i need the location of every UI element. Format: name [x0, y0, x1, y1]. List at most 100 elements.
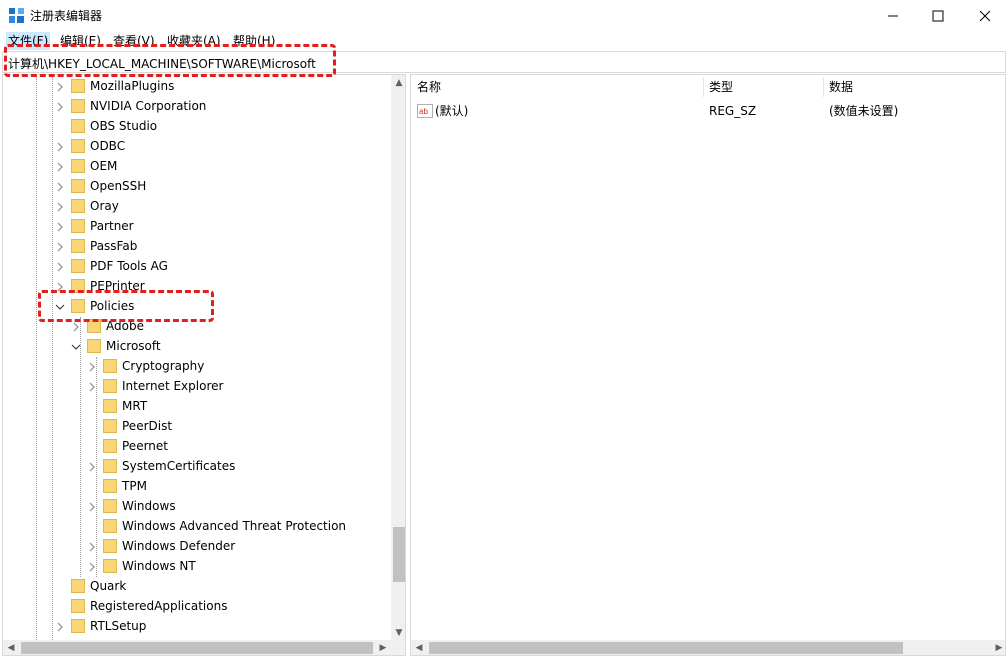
tree-node-label: OpenSSH: [90, 179, 147, 193]
close-button[interactable]: [962, 0, 1008, 31]
tree-node[interactable]: NVIDIA Corporation: [55, 96, 206, 116]
tree-node[interactable]: Microsoft: [71, 336, 161, 356]
tree-node[interactable]: Windows: [87, 496, 176, 516]
chevron-right-icon[interactable]: [55, 261, 65, 272]
scroll-up-icon[interactable]: ▲: [391, 75, 405, 91]
tree-node[interactable]: RegisteredApplications: [55, 596, 227, 616]
folder-icon: [103, 438, 117, 454]
chevron-down-icon[interactable]: [71, 341, 81, 351]
chevron-right-icon[interactable]: [87, 561, 97, 572]
chevron-right-icon[interactable]: [55, 621, 65, 632]
tree-node[interactable]: Oray: [55, 196, 119, 216]
tree-node[interactable]: Windows Defender: [87, 536, 235, 556]
tree-node[interactable]: RTLSetup: [55, 616, 146, 636]
expander-placeholder: [55, 601, 65, 611]
tree-node-label: PDF Tools AG: [90, 259, 168, 273]
tree-guide-line: [80, 317, 81, 577]
chevron-right-icon[interactable]: [55, 241, 65, 252]
tree-node[interactable]: OBS Studio: [55, 116, 157, 136]
tree-node[interactable]: ODBC: [55, 136, 125, 156]
scroll-thumb[interactable]: [429, 642, 903, 654]
folder-icon: [71, 618, 85, 634]
tree-node[interactable]: PeerDist: [87, 416, 172, 436]
column-header-type[interactable]: 类型: [703, 75, 823, 99]
tree-node-label: Internet Explorer: [122, 379, 224, 393]
scroll-left-icon[interactable]: ◀: [3, 640, 19, 655]
tree-horizontal-scrollbar[interactable]: ◀ ▶: [3, 640, 391, 655]
tree-node-label: Quark: [90, 579, 127, 593]
menu-file[interactable]: 文件(F): [6, 32, 51, 50]
tree-node[interactable]: Internet Explorer: [87, 376, 223, 396]
tree-node[interactable]: Windows NT: [87, 556, 196, 576]
chevron-right-icon[interactable]: [55, 161, 65, 172]
menu-help[interactable]: 帮助(H): [231, 32, 277, 50]
tree-node[interactable]: PassFab: [55, 236, 137, 256]
scroll-right-icon[interactable]: ▶: [375, 640, 391, 655]
tree-node[interactable]: Quark: [55, 576, 126, 596]
tree-node[interactable]: Adobe: [71, 316, 144, 336]
tree-node[interactable]: OEM: [55, 156, 117, 176]
chevron-right-icon[interactable]: [55, 221, 65, 232]
scroll-down-icon[interactable]: ▼: [391, 625, 405, 641]
scrollbar-corner: [391, 640, 405, 655]
tree-node[interactable]: MRT: [87, 396, 147, 416]
expander-placeholder: [87, 521, 97, 531]
tree-node-label: PeerDist: [122, 419, 173, 433]
tree-node[interactable]: Partner: [55, 216, 134, 236]
tree-node-label: SystemCertificates: [122, 459, 236, 473]
menu-edit[interactable]: 编辑(E): [58, 32, 103, 50]
tree-node[interactable]: TPM: [87, 476, 147, 496]
expander-placeholder: [87, 401, 97, 411]
scroll-left-icon[interactable]: ◀: [411, 640, 427, 655]
tree-node-label: Partner: [90, 219, 134, 233]
chevron-right-icon[interactable]: [55, 101, 65, 112]
chevron-right-icon[interactable]: [55, 201, 65, 212]
folder-icon: [71, 158, 85, 174]
tree-node[interactable]: PDF Tools AG: [55, 256, 168, 276]
list-horizontal-scrollbar[interactable]: ◀ ▶: [411, 640, 1005, 655]
expander-placeholder: [55, 581, 65, 591]
tree-node[interactable]: SystemCertificates: [87, 456, 235, 476]
chevron-right-icon[interactable]: [87, 361, 97, 372]
menu-view[interactable]: 查看(V): [111, 32, 157, 50]
tree-vertical-scrollbar[interactable]: ▲ ▼: [391, 75, 405, 641]
address-path[interactable]: 计算机\HKEY_LOCAL_MACHINE\SOFTWARE\Microsof…: [8, 55, 316, 72]
chevron-right-icon[interactable]: [87, 381, 97, 392]
column-header-name[interactable]: 名称: [411, 75, 703, 99]
tree-node[interactable]: Peernet: [87, 436, 168, 456]
tree-node-label: PEPrinter: [90, 279, 145, 293]
scroll-right-icon[interactable]: ▶: [991, 640, 1005, 655]
scroll-thumb[interactable]: [393, 527, 405, 582]
string-value-icon-text: ab: [419, 107, 428, 116]
column-header-data[interactable]: 数据: [823, 75, 1003, 99]
registry-tree: MozillaPlugins NVIDIA Corporation OBS Stud…: [2, 74, 406, 656]
chevron-right-icon[interactable]: [55, 181, 65, 192]
value-name-cell[interactable]: ab (默认): [417, 101, 468, 121]
tree-node[interactable]: MozillaPlugins: [55, 76, 174, 96]
registry-editor-icon: [9, 8, 24, 23]
tree-node[interactable]: PEPrinter: [55, 276, 145, 296]
scroll-thumb[interactable]: [21, 642, 373, 654]
chevron-right-icon[interactable]: [55, 141, 65, 152]
maximize-icon: [932, 10, 944, 21]
menu-bar: 文件(F) 编辑(E) 查看(V) 收藏夹(A) 帮助(H): [0, 31, 1008, 50]
tree-node-label: NVIDIA Corporation: [90, 99, 207, 113]
tree-node-label: Peernet: [122, 439, 168, 453]
tree-node[interactable]: Windows Advanced Threat Protection: [87, 516, 346, 536]
tree-node[interactable]: Cryptography: [87, 356, 204, 376]
chevron-right-icon[interactable]: [55, 281, 65, 292]
chevron-right-icon[interactable]: [55, 81, 65, 92]
tree-node[interactable]: OpenSSH: [55, 176, 146, 196]
address-bar[interactable]: 计算机\HKEY_LOCAL_MACHINE\SOFTWARE\Microsof…: [2, 51, 1006, 73]
menu-favorites[interactable]: 收藏夹(A): [165, 32, 223, 50]
chevron-right-icon[interactable]: [87, 501, 97, 512]
chevron-down-icon[interactable]: [55, 301, 65, 311]
expander-placeholder: [87, 421, 97, 431]
maximize-button[interactable]: [915, 0, 961, 31]
value-data: (数值未设置): [829, 104, 899, 118]
minimize-button[interactable]: [870, 0, 916, 31]
chevron-right-icon[interactable]: [71, 321, 81, 332]
tree-node[interactable]: Policies: [55, 296, 134, 316]
chevron-right-icon[interactable]: [87, 541, 97, 552]
chevron-right-icon[interactable]: [87, 461, 97, 472]
